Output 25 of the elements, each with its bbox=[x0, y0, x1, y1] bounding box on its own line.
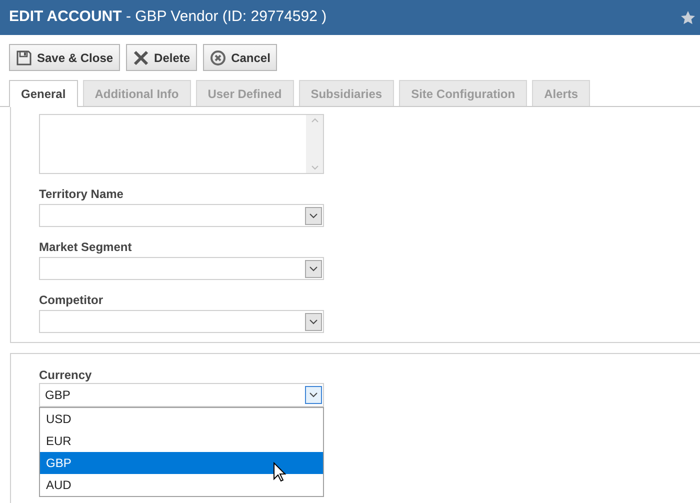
save-button[interactable]: Save & Close bbox=[9, 44, 120, 71]
cancel-icon bbox=[210, 50, 226, 66]
select-field[interactable] bbox=[39, 257, 324, 280]
scroll-up-icon[interactable] bbox=[310, 118, 318, 123]
currency-select[interactable]: GBP bbox=[39, 383, 324, 407]
field-label: Currency bbox=[39, 367, 93, 383]
field-label: Territory Name bbox=[39, 186, 124, 202]
delete-button[interactable]: Delete bbox=[126, 44, 198, 71]
notes-field[interactable] bbox=[39, 114, 324, 174]
tab[interactable]: General bbox=[9, 80, 78, 107]
x-icon bbox=[133, 50, 150, 66]
scroll-down-icon[interactable] bbox=[310, 165, 318, 170]
cursor-icon bbox=[273, 462, 286, 483]
select-field[interactable] bbox=[39, 204, 324, 227]
cancel-button[interactable]: Cancel bbox=[203, 44, 278, 71]
select-field[interactable] bbox=[39, 310, 324, 333]
window-title: EDIT ACCOUNT - GBP Vendor (ID: 29774592 ) bbox=[9, 7, 327, 28]
dropdown-option[interactable]: EUR bbox=[40, 430, 323, 452]
star-icon[interactable] bbox=[680, 10, 696, 26]
field-label: Competitor bbox=[39, 292, 104, 308]
dropdown-option[interactable]: USD bbox=[40, 408, 323, 430]
dropdown-option[interactable]: AUD bbox=[40, 474, 323, 496]
scrollbar[interactable] bbox=[306, 115, 323, 173]
field-label: Market Segment bbox=[39, 239, 133, 255]
dropdown-option[interactable]: GBP bbox=[40, 452, 323, 474]
